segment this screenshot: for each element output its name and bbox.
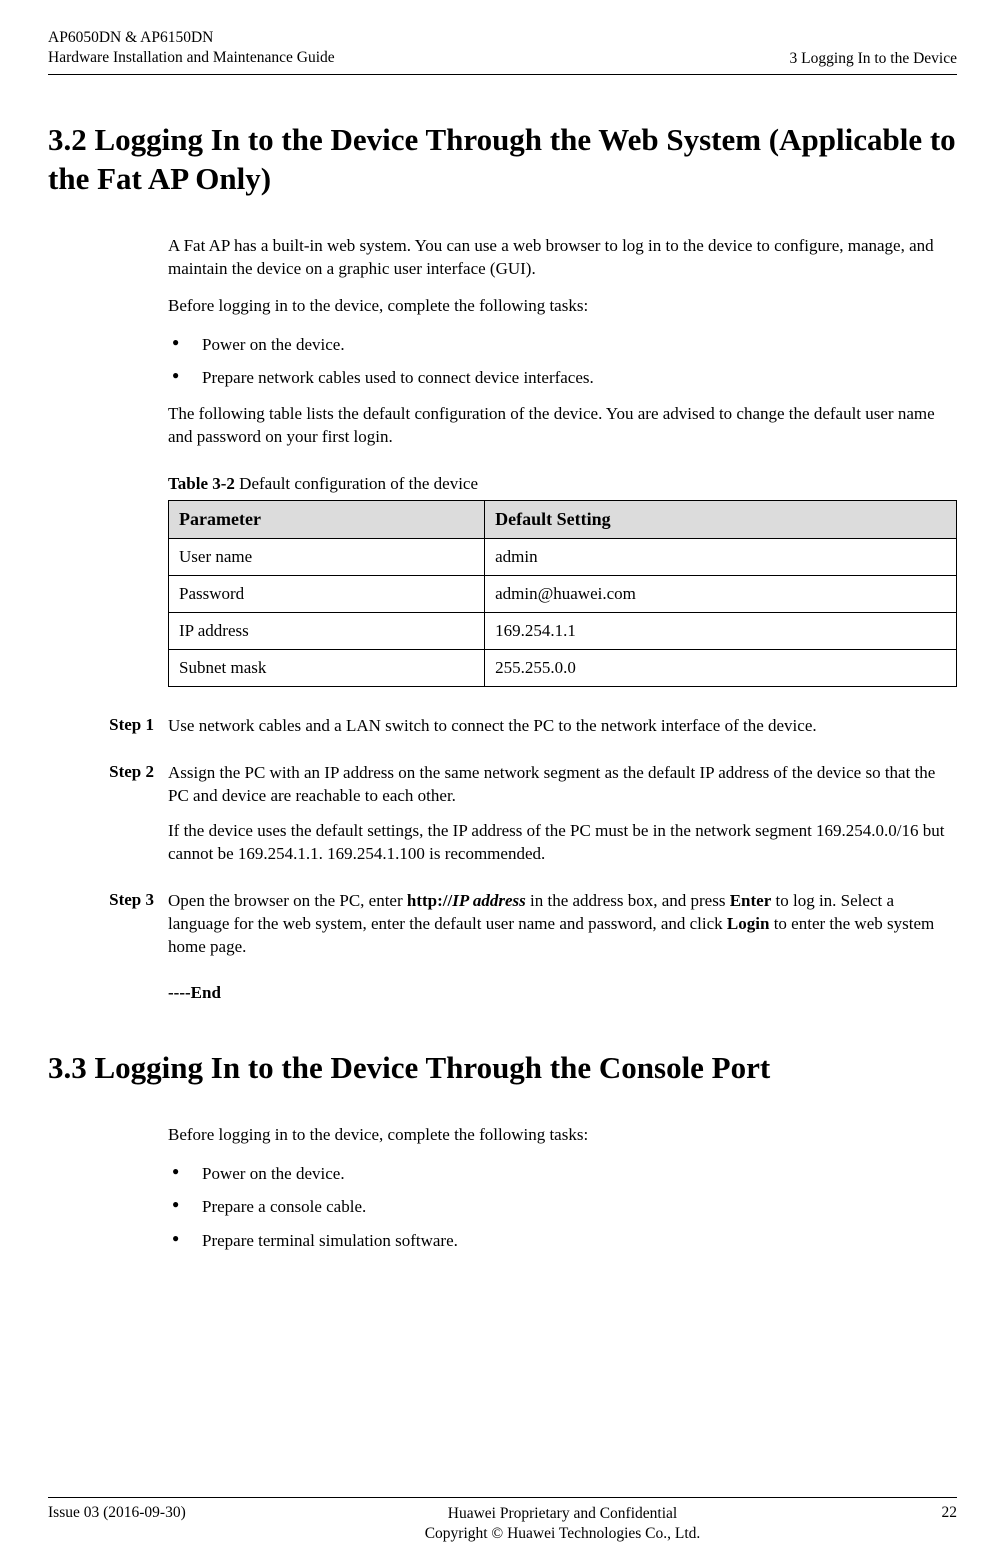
table-label: Table 3-2 <box>168 474 235 493</box>
step-1-para: Use network cables and a LAN switch to c… <box>168 715 957 738</box>
step-3-para: Open the browser on the PC, enter http:/… <box>168 890 957 959</box>
section-3-2-title: 3.2 Logging In to the Device Through the… <box>48 121 957 199</box>
table-header-default-setting: Default Setting <box>485 501 957 539</box>
step-2-body: Assign the PC with an IP address on the … <box>168 762 957 878</box>
end-marker: ----End <box>168 983 957 1003</box>
cell-value: admin@huawei.com <box>485 576 957 613</box>
cell-param: IP address <box>169 613 485 650</box>
table-row: IP address 169.254.1.1 <box>169 613 957 650</box>
step-2-para2: If the device uses the default settings,… <box>168 820 957 866</box>
table-row: Subnet mask 255.255.0.0 <box>169 650 957 687</box>
list-item: Power on the device. <box>168 1161 957 1187</box>
default-config-table: Parameter Default Setting User name admi… <box>168 500 957 687</box>
sec33-para1: Before logging in to the device, complet… <box>168 1124 957 1147</box>
step-3-http: http:// <box>407 891 452 910</box>
step-row: Step 2 Assign the PC with an IP address … <box>48 762 957 878</box>
page-header: AP6050DN & AP6150DN Hardware Installatio… <box>48 0 957 75</box>
footer-issue: Issue 03 (2016-09-30) <box>48 1504 228 1522</box>
footer-confidential: Huawei Proprietary and Confidential <box>228 1504 897 1524</box>
cell-param: User name <box>169 539 485 576</box>
footer-page-number: 22 <box>897 1504 957 1522</box>
sec32-para3: The following table lists the default co… <box>168 403 957 449</box>
cell-value: 255.255.0.0 <box>485 650 957 687</box>
step-3-label: Step 3 <box>48 890 168 971</box>
header-product: AP6050DN & AP6150DN <box>48 28 335 48</box>
table-row: User name admin <box>169 539 957 576</box>
footer-copyright: Copyright © Huawei Technologies Co., Ltd… <box>228 1524 897 1544</box>
footer-center: Huawei Proprietary and Confidential Copy… <box>228 1504 897 1544</box>
list-item: Prepare a console cable. <box>168 1194 957 1220</box>
table-header-row: Parameter Default Setting <box>169 501 957 539</box>
table-row: Password admin@huawei.com <box>169 576 957 613</box>
cell-value: admin <box>485 539 957 576</box>
sec33-bullets: Power on the device. Prepare a console c… <box>168 1161 957 1254</box>
cell-value: 169.254.1.1 <box>485 613 957 650</box>
step-1-label: Step 1 <box>48 715 168 750</box>
step-3-enter: Enter <box>730 891 772 910</box>
header-chapter: 3 Logging In to the Device <box>790 50 957 68</box>
step-row: Step 3 Open the browser on the PC, enter… <box>48 890 957 971</box>
step-3-pre: Open the browser on the PC, enter <box>168 891 407 910</box>
cell-param: Subnet mask <box>169 650 485 687</box>
table-3-2-caption: Table 3-2 Default configuration of the d… <box>168 474 957 494</box>
sec32-para1: A Fat AP has a built-in web system. You … <box>168 235 957 281</box>
step-3-body: Open the browser on the PC, enter http:/… <box>168 890 957 971</box>
step-2-label: Step 2 <box>48 762 168 878</box>
step-1-body: Use network cables and a LAN switch to c… <box>168 715 957 750</box>
list-item: Power on the device. <box>168 332 957 358</box>
table-caption-text: Default configuration of the device <box>235 474 478 493</box>
list-item: Prepare terminal simulation software. <box>168 1228 957 1254</box>
cell-param: Password <box>169 576 485 613</box>
step-3-ip: IP address <box>452 891 526 910</box>
step-2-para1: Assign the PC with an IP address on the … <box>168 762 957 808</box>
section-3-3-title: 3.3 Logging In to the Device Through the… <box>48 1049 957 1088</box>
step-row: Step 1 Use network cables and a LAN swit… <box>48 715 957 750</box>
list-item: Prepare network cables used to connect d… <box>168 365 957 391</box>
step-3-mid: in the address box, and press <box>526 891 730 910</box>
header-guide: Hardware Installation and Maintenance Gu… <box>48 48 335 68</box>
sec32-para2: Before logging in to the device, complet… <box>168 295 957 318</box>
step-3-login: Login <box>727 914 770 933</box>
header-left: AP6050DN & AP6150DN Hardware Installatio… <box>48 28 335 68</box>
table-header-parameter: Parameter <box>169 501 485 539</box>
sec32-bullets: Power on the device. Prepare network cab… <box>168 332 957 391</box>
page-footer: Issue 03 (2016-09-30) Huawei Proprietary… <box>48 1497 957 1544</box>
